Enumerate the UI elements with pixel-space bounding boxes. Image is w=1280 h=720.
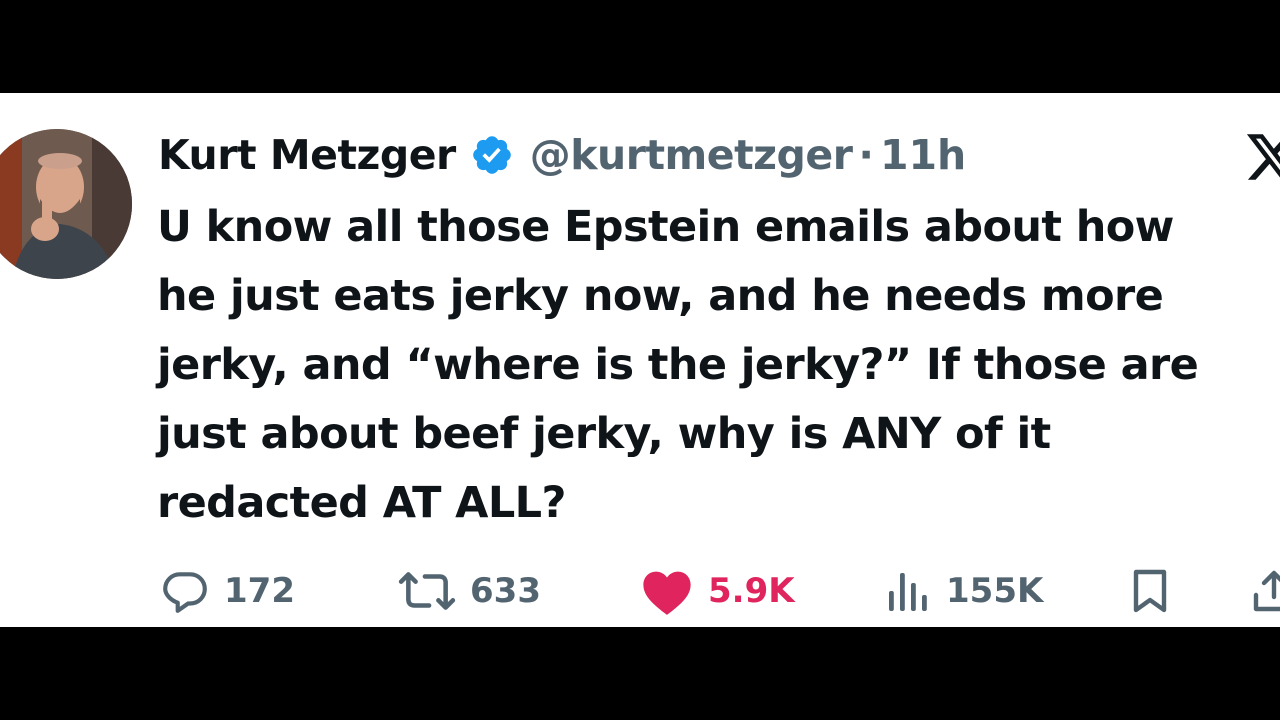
heart-icon bbox=[643, 571, 691, 615]
views-count: 155K bbox=[946, 571, 1044, 611]
share-icon bbox=[1253, 570, 1280, 612]
reply-button[interactable]: 172 bbox=[160, 563, 295, 619]
tweet-text-line: he just eats jerky now, and he needs mor… bbox=[157, 271, 1164, 321]
views-icon bbox=[889, 573, 927, 611]
tweet-text-line: just about beef jerky, why is ANY of it bbox=[157, 409, 1051, 459]
like-button[interactable]: 5.9K bbox=[640, 563, 795, 619]
x-logo-icon bbox=[1244, 129, 1280, 185]
views-button[interactable]: 155K bbox=[884, 563, 1043, 619]
tweet-text: U know all those Epstein emails about ho… bbox=[157, 193, 1280, 538]
tweet-timestamp[interactable]: 11h bbox=[880, 131, 966, 179]
like-count: 5.9K bbox=[708, 571, 795, 611]
tweet-text-line: U know all those Epstein emails about ho… bbox=[157, 202, 1174, 252]
avatar-photo bbox=[0, 129, 132, 279]
verified-badge-icon bbox=[470, 133, 514, 177]
header-separator: · bbox=[858, 131, 874, 179]
repost-icon bbox=[398, 572, 456, 610]
author-display-name[interactable]: Kurt Metzger bbox=[158, 131, 456, 179]
bookmark-icon bbox=[1133, 569, 1167, 613]
reply-count: 172 bbox=[224, 571, 295, 611]
avatar[interactable] bbox=[0, 129, 132, 279]
author-handle[interactable]: @kurtmetzger bbox=[530, 131, 853, 179]
tweet-header: Kurt Metzger @kurtmetzger · 11h bbox=[158, 127, 966, 183]
tweet-text-line: redacted AT ALL? bbox=[157, 478, 566, 528]
repost-button[interactable]: 633 bbox=[398, 563, 541, 619]
tweet-action-bar: 172 633 5.9K 155K bbox=[0, 563, 1280, 619]
video-frame: Kurt Metzger @kurtmetzger · 11h U know a… bbox=[0, 0, 1280, 720]
reply-icon bbox=[163, 572, 207, 613]
share-button[interactable] bbox=[1250, 563, 1280, 619]
repost-count: 633 bbox=[470, 571, 541, 611]
tweet-card[interactable]: Kurt Metzger @kurtmetzger · 11h U know a… bbox=[0, 93, 1280, 627]
tweet-text-line: jerky, and “where is the jerky?” If thos… bbox=[157, 340, 1199, 390]
bookmark-button[interactable] bbox=[1126, 563, 1174, 619]
